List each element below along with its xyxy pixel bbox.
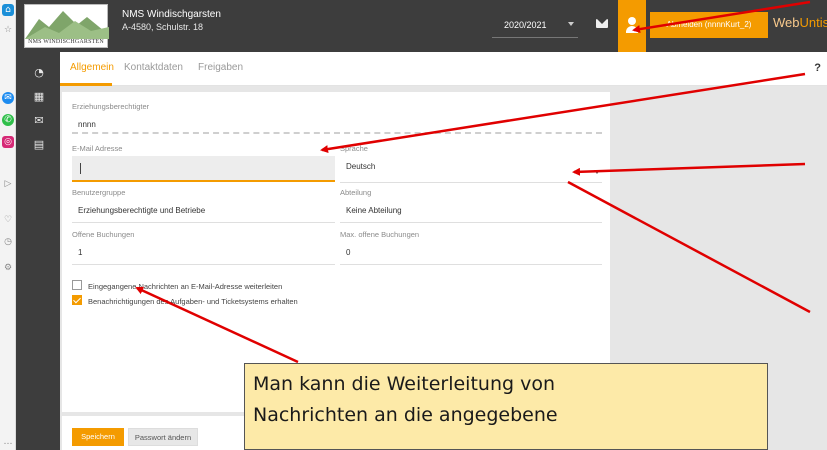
dashboard-icon[interactable]: ◔ (32, 66, 46, 80)
webuntis-brand: WebUntis (773, 15, 827, 30)
annotation-callout: Man kann die Weiterleitung von Nachricht… (244, 363, 768, 450)
department-label: Abteilung (340, 188, 372, 197)
brand-untis: Untis (799, 15, 827, 30)
school-logo[interactable]: NMS WINDISCHGARSTEN (24, 4, 109, 48)
forward-messages-label[interactable]: Eingegangene Nachrichten an E-Mail-Adres… (88, 282, 282, 291)
language-underline (340, 182, 602, 183)
clock-icon[interactable]: ◷ (2, 236, 14, 248)
guardian-label: Erziehungsberechtigter (72, 102, 150, 111)
logout-button[interactable]: Abmelden (nnnnKurt_2) (650, 12, 768, 38)
settings-icon[interactable]: ⚙ (2, 262, 14, 274)
book-icon[interactable]: ▤ (32, 138, 46, 152)
email-label: E-Mail Adresse (72, 144, 123, 153)
open-bookings-label: Offene Buchungen (72, 230, 135, 239)
instagram-icon[interactable]: ◎ (2, 136, 14, 148)
forward-messages-checkbox[interactable] (72, 280, 82, 290)
whatsapp-icon[interactable]: ✆ (2, 114, 14, 126)
ticket-notifications-label[interactable]: Benachrichtigungen des Aufgaben- und Tic… (88, 297, 298, 306)
mail-icon[interactable] (596, 19, 608, 28)
user-icon (628, 17, 636, 25)
email-field[interactable] (72, 156, 335, 182)
brand-web: Web (773, 15, 800, 30)
user-icon-body (626, 26, 638, 33)
chevron-down-icon (568, 22, 574, 26)
callout-line-2: Nachrichten an die angegebene (253, 404, 558, 426)
more-icon[interactable]: … (2, 436, 14, 448)
max-open-bookings-value: 0 (346, 248, 351, 257)
header-bar: NMS WINDISCHGARSTEN NMS Windischgarsten … (16, 0, 827, 52)
tab-freigaben[interactable]: Freigaben (198, 62, 243, 73)
school-year-select[interactable]: 2020/2021 (492, 12, 578, 38)
school-year-value: 2020/2021 (504, 20, 547, 30)
school-name: NMS Windischgarsten (122, 9, 221, 20)
usergroup-underline (72, 222, 335, 223)
os-taskbar: ⌂ ☆ ✉ ✆ ◎ ▷ ♡ ◷ ⚙ … (0, 0, 16, 450)
help-button[interactable]: ? (814, 62, 821, 74)
tab-bar: Allgemein Kontaktdaten Freigaben ? (60, 52, 827, 86)
send-icon[interactable]: ▷ (2, 178, 14, 190)
usergroup-value: Erziehungsberechtigte und Betriebe (78, 206, 206, 215)
school-address: A-4580, Schulstr. 18 (122, 22, 204, 32)
messenger-icon[interactable]: ✉ (2, 92, 14, 104)
text-cursor (80, 163, 81, 174)
department-underline (340, 222, 602, 223)
logo-caption: NMS WINDISCHGARSTEN (28, 39, 104, 45)
app-sidebar: ◔ ▦ ✉ ▤ (16, 52, 60, 450)
open-bookings-underline (72, 264, 335, 265)
tab-allgemein[interactable]: Allgemein (70, 62, 114, 73)
open-bookings-value: 1 (78, 248, 83, 257)
star-icon[interactable]: ☆ (2, 24, 14, 36)
max-open-bookings-label: Max. offene Buchungen (340, 230, 420, 239)
change-password-button[interactable]: Passwort ändern (128, 428, 198, 446)
guardian-underline (72, 132, 602, 134)
department-value: Keine Abteilung (346, 206, 402, 215)
chevron-down-icon[interactable] (594, 170, 600, 174)
heart-icon[interactable]: ♡ (2, 214, 14, 226)
webuntis-profile-page: ⌂ ☆ ✉ ✆ ◎ ▷ ♡ ◷ ⚙ … NMS WINDISCHGARSTEN … (0, 0, 827, 450)
calendar-icon[interactable]: ▦ (32, 90, 46, 104)
language-label: Sprache (340, 144, 368, 153)
profile-button[interactable] (618, 0, 646, 52)
usergroup-label: Benutzergruppe (72, 188, 126, 197)
mountain-logo-graphic (25, 11, 109, 39)
save-button[interactable]: Speichern (72, 428, 124, 446)
language-select[interactable]: Deutsch (346, 162, 375, 171)
ticket-notifications-checkbox[interactable] (72, 295, 82, 305)
max-open-bookings-underline (340, 264, 602, 265)
home-icon[interactable]: ⌂ (2, 4, 14, 16)
tab-kontaktdaten[interactable]: Kontaktdaten (124, 62, 183, 73)
messages-icon[interactable]: ✉ (32, 114, 46, 128)
guardian-value: nnnn (78, 120, 96, 129)
callout-line-1: Man kann die Weiterleitung von (253, 373, 556, 395)
